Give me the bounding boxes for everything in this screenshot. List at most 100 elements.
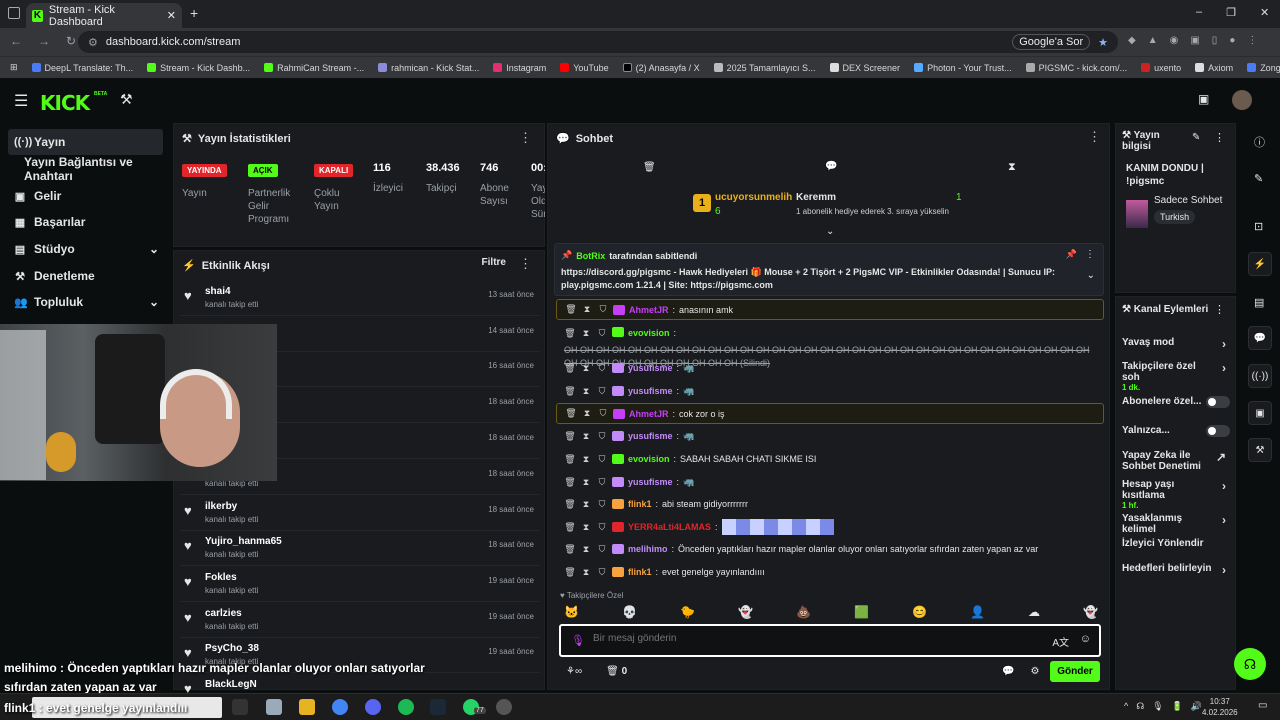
trash-icon[interactable]: 🗑 xyxy=(564,567,576,578)
chat-username[interactable]: yusufisme xyxy=(628,477,673,487)
bookmark-item[interactable]: DEX Screener xyxy=(829,63,900,73)
chat-username[interactable]: flink1 xyxy=(628,499,652,509)
shield-icon[interactable]: ⛉ xyxy=(596,386,608,397)
chat-username[interactable]: melihimo xyxy=(628,544,668,554)
sidebar-item-yayin[interactable]: ((·)) Yayın xyxy=(8,129,163,155)
spotify-icon[interactable] xyxy=(398,699,414,715)
external-link-icon[interactable]: ↗ xyxy=(1216,450,1226,464)
channel-action-item[interactable]: Hesap yaşı kısıtlama 1 hf. › xyxy=(1122,479,1230,510)
sidebar-item-basarilar[interactable]: ▦ Başarılar xyxy=(8,209,163,235)
chat-username[interactable]: yusufisme xyxy=(628,386,673,396)
chat-username[interactable]: AhmetJR xyxy=(629,305,669,315)
follower-name[interactable]: BlackLegN xyxy=(205,679,257,690)
menu-dots-icon[interactable]: ⋮ xyxy=(1247,35,1257,46)
studio-icon[interactable]: ▣ xyxy=(1198,92,1209,106)
chevron-right-icon[interactable]: › xyxy=(1222,337,1226,351)
channel-action-item[interactable]: Yapay Zeka ile Sohbet Denetimi ↗ xyxy=(1122,450,1230,474)
channel-action-item[interactable]: İzleyici Yönlendir xyxy=(1122,538,1230,562)
follower-name[interactable]: carlzies xyxy=(205,608,242,619)
chat-bubble-icon[interactable]: 💬 xyxy=(825,161,837,172)
extensions-puzzle-icon[interactable]: ▣ xyxy=(1190,35,1199,46)
ban-icon[interactable]: ⧗ xyxy=(580,499,592,510)
tools-icon[interactable]: ⚒ xyxy=(120,91,133,108)
shield-icon[interactable]: ⛉ xyxy=(596,363,608,374)
toggle-switch[interactable] xyxy=(1206,396,1230,408)
bookmark-star-icon[interactable]: ★ xyxy=(1098,36,1108,49)
ban-icon[interactable]: ⧗ xyxy=(580,327,592,340)
obs-icon[interactable] xyxy=(496,699,512,715)
edit-icon[interactable]: ✎ xyxy=(1192,132,1200,143)
chat-username[interactable]: YERR4aLti4LAMAS xyxy=(628,522,711,532)
toggle-switch[interactable] xyxy=(1206,425,1230,437)
shield-icon[interactable]: ⛉ xyxy=(597,304,609,315)
bookmark-item[interactable]: Axiom xyxy=(1195,63,1233,73)
file-explorer-icon[interactable] xyxy=(299,699,315,715)
emote[interactable]: 💀 xyxy=(622,605,637,619)
chat-username[interactable]: flink1 xyxy=(628,567,652,577)
trash-icon[interactable]: 🗑 xyxy=(564,386,576,397)
follower-name[interactable]: ilkerby xyxy=(205,501,237,512)
bookmark-item[interactable]: PIGSMC - kick.com/... xyxy=(1025,63,1127,73)
trash-icon[interactable]: 🗑 xyxy=(564,499,576,510)
extension-icon[interactable]: ◉ xyxy=(1170,35,1179,46)
channel-action-item[interactable]: Hedefleri belirleyin › xyxy=(1122,563,1230,587)
chat-button[interactable]: 💬 xyxy=(1248,326,1272,350)
menu-dots-icon[interactable]: ⋮ xyxy=(1214,131,1225,144)
new-tab-icon[interactable]: + xyxy=(190,5,198,21)
profile-avatar-icon[interactable]: ● xyxy=(1229,35,1235,46)
sidebar-item-topluluk[interactable]: 👥 Topluluk ⌄ xyxy=(8,289,163,315)
channel-action-item[interactable]: Abonelere özel... xyxy=(1122,396,1230,420)
bookmark-item[interactable]: (2) Anasayfa / X xyxy=(622,63,700,73)
browser-tab[interactable]: K Stream - Kick Dashboard ✕ xyxy=(26,3,182,28)
chat-message-input[interactable] xyxy=(593,633,1013,644)
sidebar-item-gelir[interactable]: ▣ Gelir xyxy=(8,183,163,209)
shield-icon[interactable]: ⛉ xyxy=(596,327,608,340)
tab-search-icon[interactable] xyxy=(8,7,20,19)
emote[interactable]: 🐤 xyxy=(680,605,695,619)
menu-dots-icon[interactable]: ⋮ xyxy=(1088,129,1101,145)
studio-button[interactable]: ▣ xyxy=(1248,401,1272,425)
sidebar-item-denetleme[interactable]: ⚒ Denetleme xyxy=(8,263,163,289)
shield-icon[interactable]: ⛉ xyxy=(596,522,608,533)
discord-icon[interactable] xyxy=(365,699,381,715)
infinity-icon[interactable]: ⚘∞ xyxy=(566,666,582,677)
tools-button[interactable]: ⚒ xyxy=(1248,438,1272,462)
channel-action-item[interactable]: Yasaklanmış kelimel › xyxy=(1122,513,1230,537)
hourglass-icon[interactable]: ⧗ xyxy=(1008,161,1016,174)
document-icon[interactable]: ▤ xyxy=(1254,296,1264,309)
chevron-right-icon[interactable]: › xyxy=(1222,563,1226,577)
google-ask-button[interactable]: Google'a Sor xyxy=(1012,34,1091,50)
collapse-icon[interactable]: ⌄ xyxy=(826,226,834,237)
gear-icon[interactable]: ⚙ xyxy=(1030,666,1039,677)
bookmark-item[interactable]: Stream - Kick Dashb... xyxy=(147,63,250,73)
bookmark-item[interactable]: YouTube xyxy=(560,63,609,73)
address-bar[interactable]: ⚙ dashboard.kick.com/stream Google'a Sor… xyxy=(78,31,1118,53)
follower-name[interactable]: Fokles xyxy=(205,572,237,583)
sidebar-item-studyo[interactable]: ▤ Stüdyo ⌄ xyxy=(8,236,163,262)
pin-icon[interactable]: 📌 xyxy=(1066,249,1077,260)
emote[interactable]: 😊 xyxy=(912,605,927,619)
channel-action-item[interactable]: Yavaş mod › xyxy=(1122,337,1230,361)
trash-icon[interactable]: 🗑 xyxy=(564,522,576,533)
chat-username[interactable]: evovision xyxy=(628,327,670,340)
trash-icon[interactable]: 🗑 xyxy=(565,304,577,315)
system-tray[interactable]: ^ ☊ 🎙 🔋 🔊 xyxy=(1124,701,1202,712)
task-view-icon[interactable] xyxy=(232,699,248,715)
follower-name[interactable]: shai4 xyxy=(205,286,231,297)
trash-icon[interactable]: 🗑 xyxy=(565,408,577,419)
shield-icon[interactable]: ⛉ xyxy=(597,408,609,419)
notifications-icon[interactable]: ▭ xyxy=(1258,700,1267,711)
shield-icon[interactable]: ⛉ xyxy=(596,477,608,488)
trash-icon[interactable]: 🗑 xyxy=(564,431,576,442)
ban-icon[interactable]: ⧗ xyxy=(580,544,592,555)
steam-icon[interactable] xyxy=(430,699,446,715)
app-icon[interactable] xyxy=(266,699,282,715)
trash-icon[interactable]: 🗑 xyxy=(564,327,576,340)
support-headset-icon[interactable]: ☊ xyxy=(1234,648,1266,680)
emote[interactable]: 👤 xyxy=(970,605,985,619)
chat-username[interactable]: evovision xyxy=(628,454,670,464)
ban-icon[interactable]: ⧗ xyxy=(580,567,592,578)
hamburger-menu-icon[interactable]: ☰ xyxy=(14,91,28,111)
edit-icon[interactable]: ✎ xyxy=(1254,172,1263,185)
chat-username[interactable]: AhmetJR xyxy=(629,409,669,419)
